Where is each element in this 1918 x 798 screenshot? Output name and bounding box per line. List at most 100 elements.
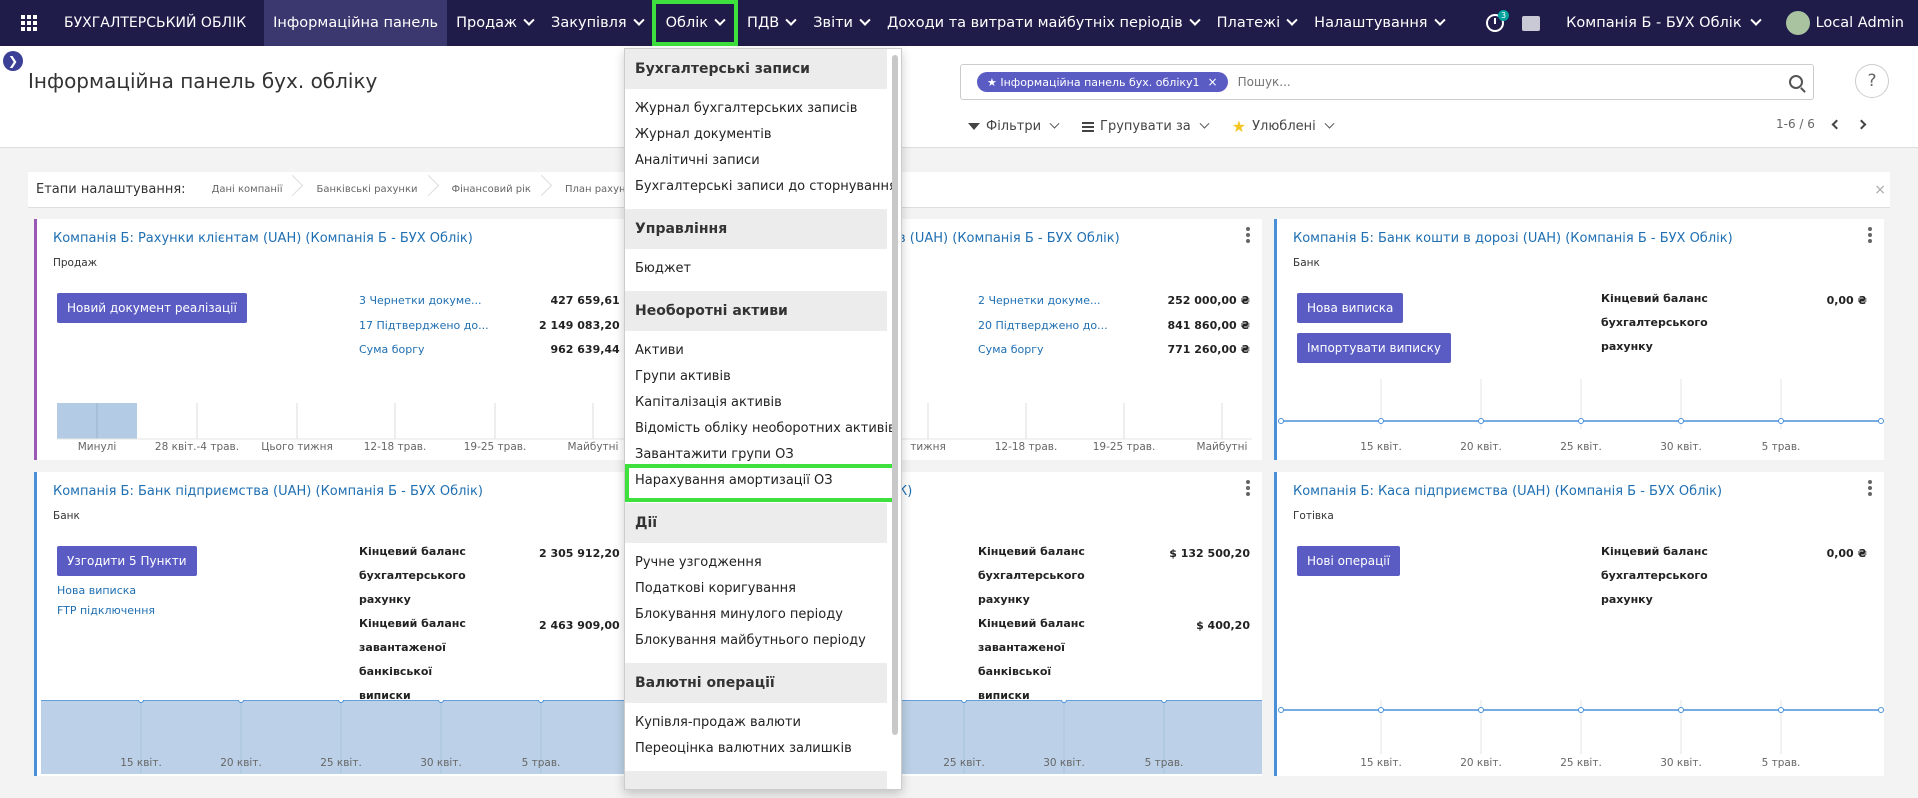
nav-vat[interactable]: ПДВ bbox=[738, 0, 804, 46]
menu-item-asset-groups[interactable]: Групи активів bbox=[635, 369, 731, 384]
chart-tick-label: 20 квіт. bbox=[1460, 441, 1502, 453]
nav-payments[interactable]: Платежі bbox=[1208, 0, 1306, 46]
filters-button[interactable]: Фільтри bbox=[968, 118, 1060, 134]
chevron-down-icon bbox=[1049, 118, 1060, 129]
nav-sales[interactable]: Продаж bbox=[447, 0, 542, 46]
balance-value: $ 400,20 bbox=[1196, 619, 1250, 632]
apps-menu-icon[interactable] bbox=[0, 0, 58, 46]
menu-item-analytic-entries[interactable]: Аналітичні записи bbox=[635, 153, 760, 168]
menu-item-budget[interactable]: Бюджет bbox=[635, 261, 691, 276]
sidebar-toggle-icon[interactable]: ❯ bbox=[3, 51, 23, 71]
menu-section-partial bbox=[625, 771, 887, 789]
new-invoice-button[interactable]: Новий документ реалізації bbox=[57, 293, 247, 323]
nav-accounting[interactable]: Облік bbox=[651, 0, 739, 46]
nav-settings[interactable]: Налаштування bbox=[1305, 0, 1452, 46]
nav-deferred[interactable]: Доходи та витрати майбутніх періодів bbox=[878, 0, 1208, 46]
nav-dashboard[interactable]: Інформаційна панель bbox=[264, 0, 448, 46]
chart-tick-label: 25 квіт. bbox=[943, 757, 985, 769]
card-menu-icon[interactable] bbox=[1246, 480, 1250, 496]
card-menu-icon[interactable] bbox=[1246, 227, 1250, 243]
menu-item-asset-capitalization[interactable]: Капіталізація активів bbox=[635, 395, 782, 410]
search-icon[interactable] bbox=[1789, 75, 1803, 89]
menu-item-lock-past-period[interactable]: Блокування минулого періоду bbox=[635, 607, 843, 622]
control-panel: ❯ Інформаційна панель бух. обліку ★ Інфо… bbox=[0, 46, 1918, 148]
journal-card-customer-invoices: Компанія Б: Рахунки клієнтам (UAH) (Комп… bbox=[34, 219, 633, 460]
nav-reports[interactable]: Звіти bbox=[804, 0, 878, 46]
help-icon[interactable]: ? bbox=[1855, 64, 1889, 98]
setup-label: Етапи налаштування: bbox=[36, 182, 186, 197]
card-title[interactable]: Компанія Б: Рахунки клієнтам (UAH) (Комп… bbox=[53, 231, 473, 246]
setup-step-bank-accounts[interactable]: Банківські рахунки bbox=[304, 184, 439, 195]
import-statement-button[interactable]: Імпортувати виписку bbox=[1297, 333, 1451, 363]
menu-item-currency-revaluation[interactable]: Переоцінка валютних залишків bbox=[635, 741, 852, 756]
balance-value: 0,00 ₴ bbox=[1826, 547, 1867, 560]
menu-section-currency: Валютні операції bbox=[625, 663, 887, 703]
chart-tick-label: 20 квіт. bbox=[1460, 757, 1502, 769]
menu-item-journal-documents[interactable]: Журнал документів bbox=[635, 127, 772, 142]
stat-label[interactable]: 3 Чернетки докуме... bbox=[359, 294, 482, 307]
search-input[interactable] bbox=[1237, 75, 1798, 89]
menu-item-assets[interactable]: Активи bbox=[635, 343, 684, 358]
menu-item-lock-future-period[interactable]: Блокування майбутнього періоду bbox=[635, 633, 866, 648]
avatar[interactable] bbox=[1785, 11, 1810, 35]
search-options: Фільтри Групувати за ★ Улюблені bbox=[968, 117, 1357, 136]
menu-item-currency-exchange[interactable]: Купівля-продаж валюти bbox=[635, 715, 801, 730]
menu-item-fixed-assets-register[interactable]: Відомість обліку необоротних активів bbox=[635, 421, 896, 436]
card-title[interactable]: Компанія Б: Каса підприємства (UAH) (Ком… bbox=[1293, 484, 1722, 499]
close-icon[interactable]: × bbox=[1208, 75, 1218, 89]
menu-section-actions: Дії bbox=[625, 503, 887, 543]
card-menu-icon[interactable] bbox=[1868, 480, 1872, 496]
user-menu[interactable]: Local Admin bbox=[1816, 15, 1904, 31]
stat-label[interactable]: 20 Підтверджено до... bbox=[978, 319, 1108, 332]
menu-item-tax-adjustments[interactable]: Податкові коригування bbox=[635, 581, 796, 596]
chart-tick-label: 5 трав. bbox=[1144, 757, 1184, 769]
company-switcher[interactable]: Компанія Б - БУХ Облік bbox=[1566, 14, 1785, 31]
balance-label: Кінцевий баланс завантаженої банківської… bbox=[359, 617, 466, 702]
app-brand[interactable]: БУХГАЛТЕРСЬКИЙ ОБЛІК bbox=[58, 15, 264, 31]
menu-item-import-asset-groups[interactable]: Завантажити групи ОЗ bbox=[635, 447, 794, 462]
close-icon[interactable]: × bbox=[1874, 182, 1886, 198]
card-title[interactable]: Компанія Б: Банк кошти в дорозі (UAH) (К… bbox=[1293, 231, 1733, 246]
group-by-button[interactable]: Групувати за bbox=[1082, 118, 1210, 134]
search-bar[interactable]: ★ Інформаційна панель бух. обліку1 × bbox=[960, 64, 1814, 100]
chart-tick-label: 19-25 трав. bbox=[1092, 441, 1156, 453]
balance-value: 0,00 ₴ bbox=[1826, 294, 1867, 307]
pager: 1-6 / 6 bbox=[1776, 117, 1867, 131]
card-menu-icon[interactable] bbox=[1868, 227, 1872, 243]
new-statement-link[interactable]: Нова виписка bbox=[57, 584, 136, 597]
setup-step-fiscal-year[interactable]: Фінансовий рік bbox=[440, 184, 553, 195]
stat-label[interactable]: 2 Чернетки докуме... bbox=[978, 294, 1101, 307]
star-icon: ★ bbox=[987, 75, 1001, 89]
chart-tick-label: 30 квіт. bbox=[1660, 757, 1702, 769]
menu-item-entries-to-reverse[interactable]: Бухгалтерські записи до сторнування bbox=[635, 179, 897, 194]
menu-section-management: Управління bbox=[625, 209, 887, 249]
highlight-box bbox=[625, 464, 897, 502]
ftp-connection-link[interactable]: FTP підключення bbox=[57, 604, 155, 617]
card-title[interactable]: в (UAH) (Компанія Б - БУХ Облік) bbox=[898, 231, 1120, 246]
stat-label[interactable]: Сума боргу bbox=[359, 343, 425, 356]
card-title[interactable]: Компанія Б: Банк підприємства (UAH) (Ком… bbox=[53, 484, 483, 499]
setup-step-company[interactable]: Дані компанії bbox=[200, 184, 305, 195]
chevron-right-icon[interactable] bbox=[1856, 119, 1867, 129]
activity-clock-icon[interactable]: 3 bbox=[1486, 10, 1510, 32]
chart-tick-label: Цього тижня bbox=[261, 441, 333, 453]
nav-purchases[interactable]: Закупівля bbox=[542, 0, 652, 46]
chevron-left-icon[interactable] bbox=[1831, 119, 1842, 129]
activity-badge: 3 bbox=[1498, 10, 1510, 21]
stat-value: 2 149 083,20 ₴ bbox=[538, 319, 633, 332]
new-operations-button[interactable]: Нові операції bbox=[1297, 546, 1400, 576]
chat-icon[interactable] bbox=[1522, 15, 1541, 31]
balance-label: Кінцевий баланс бухгалтерського рахунку bbox=[1601, 545, 1708, 606]
new-statement-button[interactable]: Нова виписка bbox=[1297, 293, 1404, 323]
search-facet[interactable]: ★ Інформаційна панель бух. обліку1 × bbox=[977, 72, 1228, 92]
stat-label[interactable]: 17 Підтверджено до... bbox=[359, 319, 489, 332]
stat-value: 252 000,00 ₴ bbox=[1167, 294, 1250, 307]
reconcile-button[interactable]: Узгодити 5 Пункти bbox=[57, 546, 197, 576]
menu-item-manual-reconciliation[interactable]: Ручне узгодження bbox=[635, 555, 762, 570]
menu-item-journal-entries[interactable]: Журнал бухгалтерських записів bbox=[635, 101, 857, 116]
chart-tick-label: 28 квіт.-4 трав. bbox=[154, 441, 240, 453]
scrollbar[interactable] bbox=[892, 55, 898, 735]
pager-value[interactable]: 1-6 / 6 bbox=[1776, 117, 1815, 131]
favorites-button[interactable]: ★ Улюблені bbox=[1232, 117, 1335, 136]
stat-label[interactable]: Сума боргу bbox=[978, 343, 1044, 356]
